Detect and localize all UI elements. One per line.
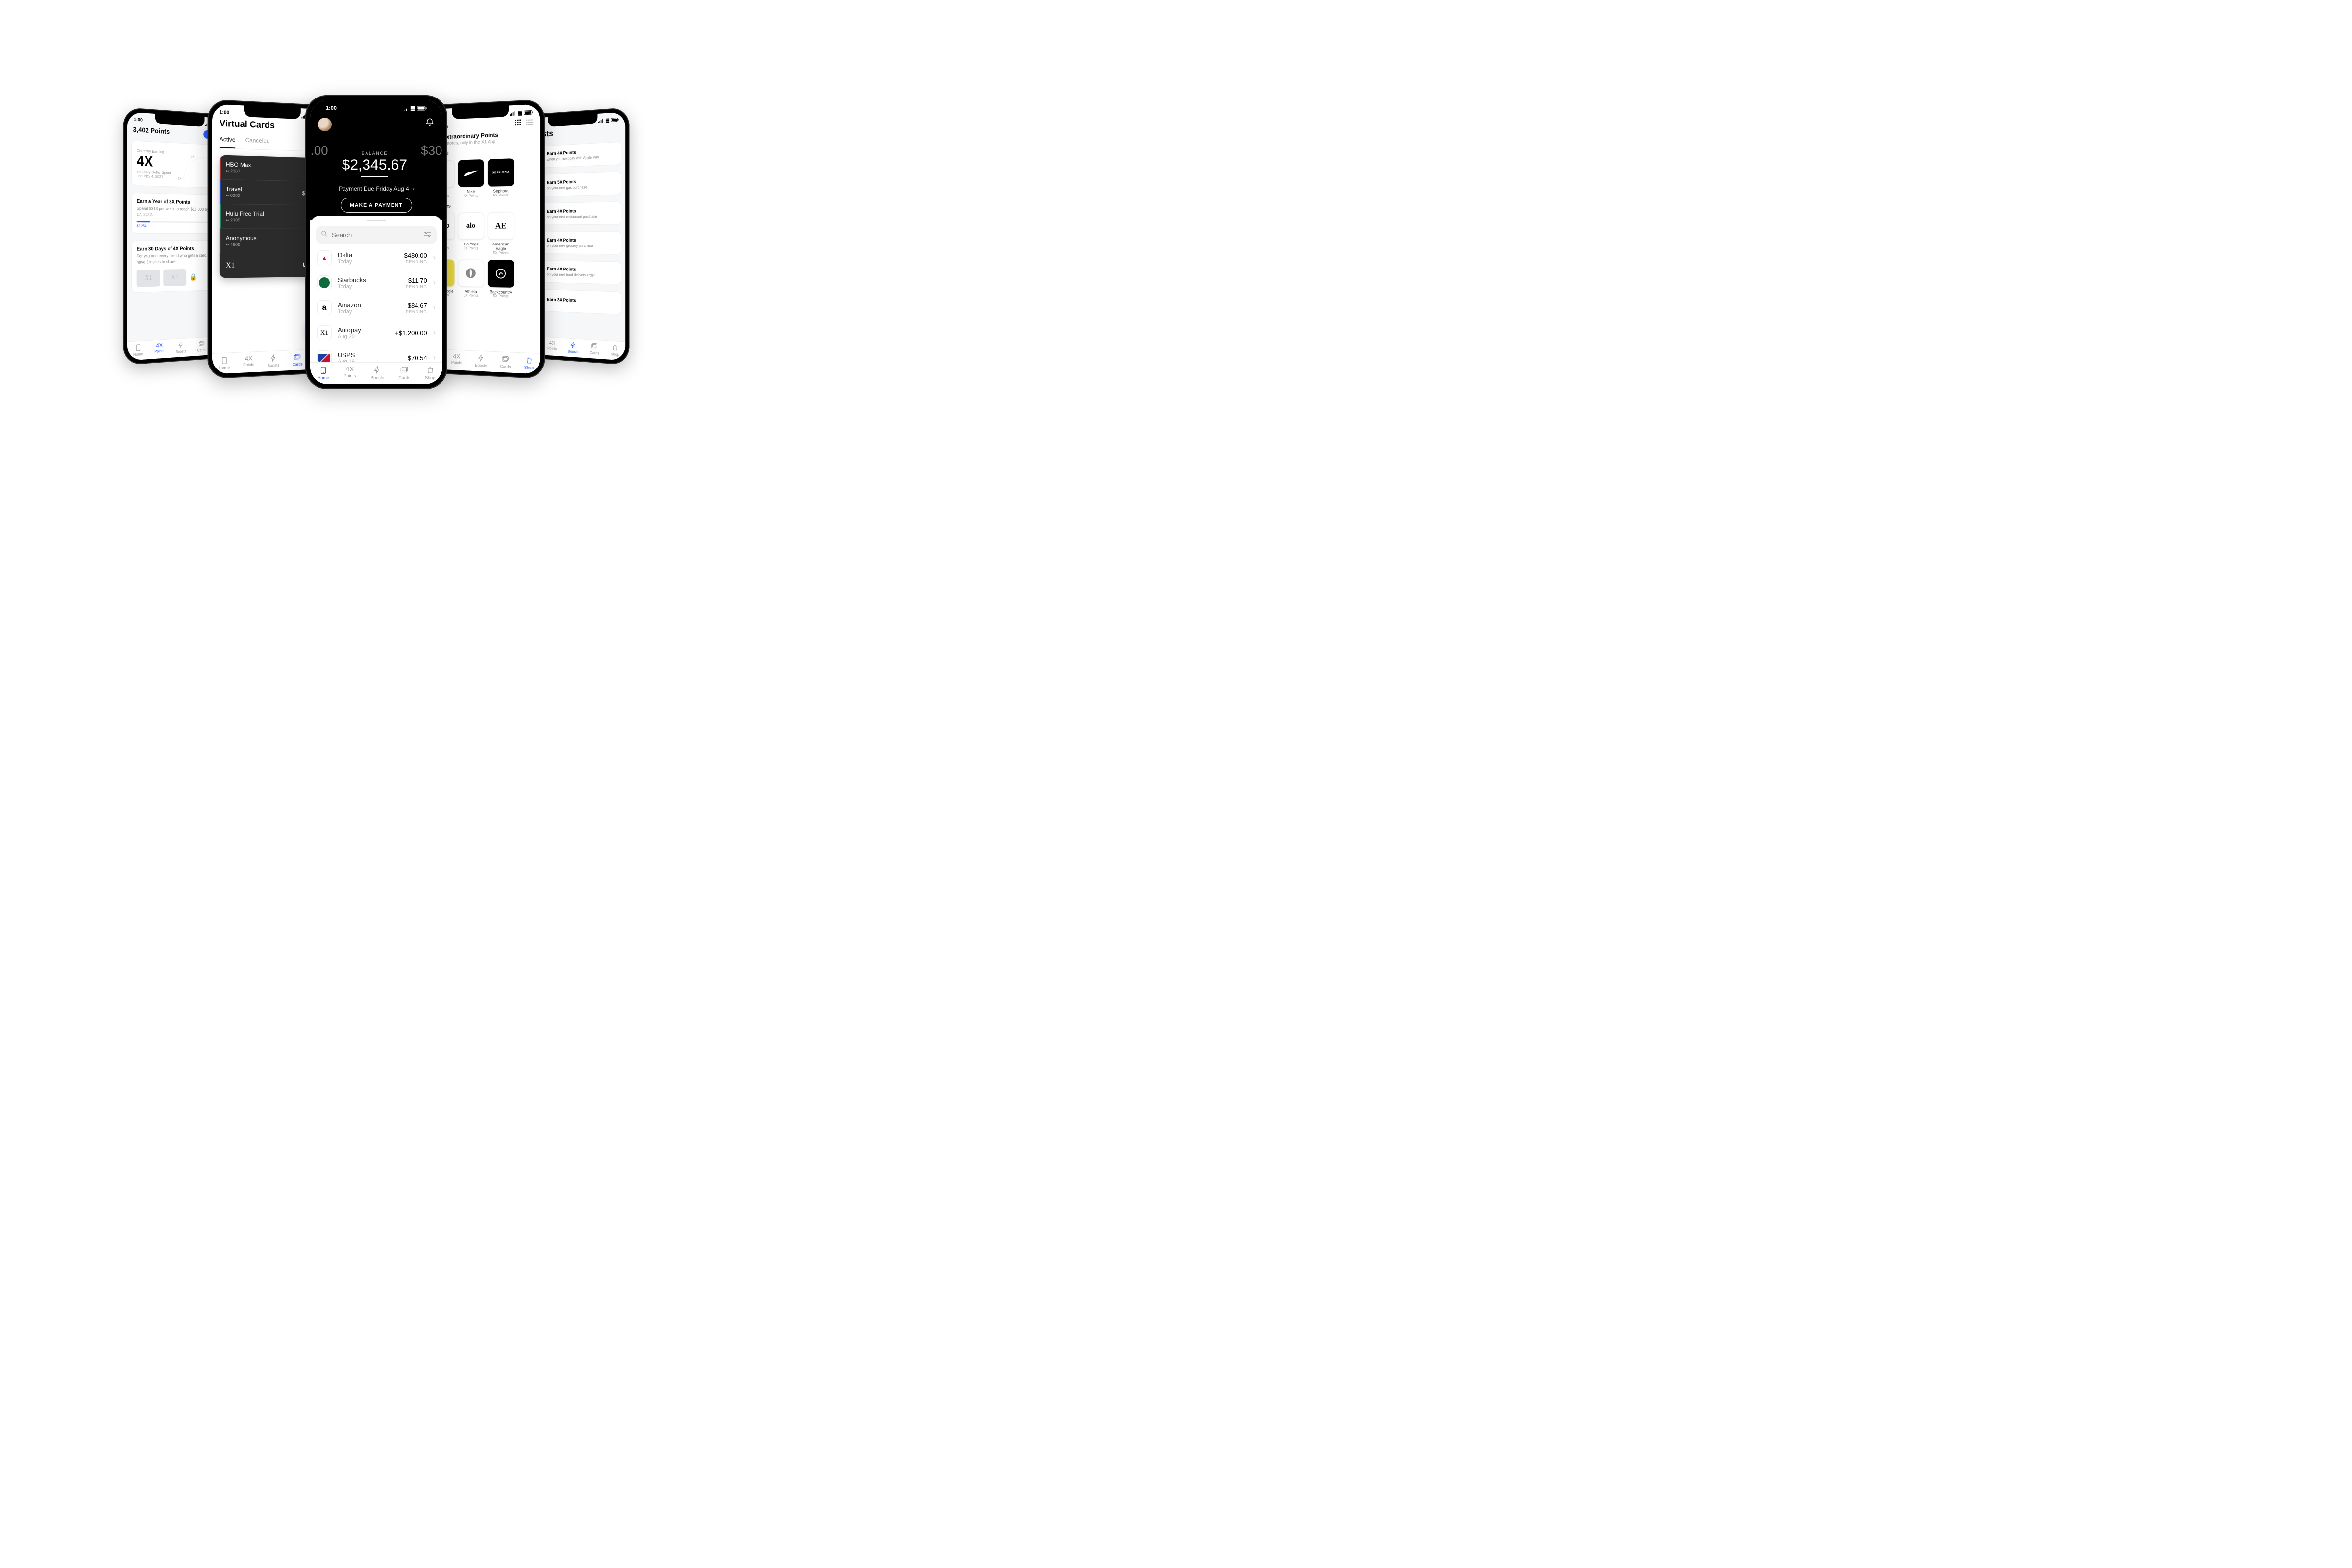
store-tile[interactable]: Athleta5X Points <box>458 260 484 298</box>
store-tile-nike[interactable]: Nike4X Points <box>458 159 484 198</box>
sephora-icon: SEPHORA <box>488 158 514 187</box>
battery-icon <box>524 110 534 115</box>
signal-icon <box>598 118 604 122</box>
bell-icon[interactable] <box>425 117 435 129</box>
transaction-list[interactable]: ▲DeltaToday$480.00PENDING› StarbucksToda… <box>310 245 442 362</box>
chevron-right-icon: › <box>412 185 414 192</box>
chevron-right-icon: › <box>433 353 436 362</box>
search-icon <box>321 230 328 240</box>
wifi-icon: ䷀ <box>606 117 610 123</box>
invite-card-1[interactable]: X1 <box>137 270 160 287</box>
transaction-row[interactable]: StarbucksToday$11.70PENDING› <box>310 270 442 295</box>
tab-shop[interactable]: Shop <box>524 356 534 370</box>
store-tile[interactable]: aloAlo Yoga5X Points <box>458 212 484 255</box>
battery-icon <box>417 106 427 111</box>
tab-points[interactable]: 4XPoints <box>451 353 462 367</box>
status-time: 1:00 <box>220 109 229 115</box>
nike-icon <box>458 159 484 187</box>
sheet-handle[interactable] <box>367 220 386 221</box>
tab-boosts[interactable]: Boosts <box>568 341 578 354</box>
tab-shop[interactable]: Shop <box>425 366 435 380</box>
filter-icon[interactable] <box>424 231 432 240</box>
vc-last4: •• 2385 <box>226 218 264 223</box>
vc-name: Travel <box>226 185 242 193</box>
earning-rate: 4X <box>137 153 171 171</box>
tab-boosts[interactable]: Boosts <box>268 354 280 368</box>
transaction-row[interactable]: X1AutopayAug 20+$1,200.00› <box>310 320 442 345</box>
tab-boosts[interactable]: Boosts <box>475 354 487 368</box>
chevron-right-icon: › <box>433 278 436 287</box>
status-time: 1:00 <box>134 117 143 123</box>
battery-icon <box>611 117 619 122</box>
transaction-row[interactable]: aAmazonToday$84.67PENDING› <box>310 295 442 320</box>
phone-home: 1:00 ䷀ .00 BALANCE $2,345.67 $30 Payment … <box>305 95 447 389</box>
points-total: 3,402 Points <box>133 126 170 136</box>
store-tile[interactable]: AEAmerican Eagle5X Points <box>488 212 514 255</box>
vc-last4: •• 4809 <box>226 243 257 247</box>
tab-cards[interactable]: Cards <box>590 342 599 355</box>
chevron-right-icon: › <box>433 253 436 262</box>
tab-points[interactable]: 4XPoints <box>154 342 164 355</box>
tab-home[interactable]: Home <box>133 343 143 357</box>
balance-peek-right: $30 <box>421 143 442 158</box>
store-tile-sephora[interactable]: SEPHORASephora5X Points <box>488 158 514 197</box>
chevron-right-icon: › <box>433 328 436 337</box>
tab-shop[interactable]: Shop <box>611 343 619 357</box>
tab-points[interactable]: 4XPoints <box>547 340 557 352</box>
transaction-row[interactable]: USPSAug 19$70.54› <box>310 345 442 362</box>
amazon-icon: a <box>317 300 332 315</box>
search-input[interactable] <box>332 231 420 239</box>
tab-canceled[interactable]: Canceled <box>245 134 270 150</box>
tabbar: Home 4XPoints Boosts Cards Shop <box>310 362 442 384</box>
make-payment-button[interactable]: MAKE A PAYMENT <box>341 198 412 213</box>
avatar[interactable] <box>318 118 332 131</box>
signal-icon <box>510 111 516 116</box>
tab-cards[interactable]: Cards <box>197 340 206 352</box>
tab-points[interactable]: 4XPoints <box>344 366 356 380</box>
store-tile[interactable]: Backcountry5X Points <box>488 260 514 299</box>
chevron-right-icon: › <box>433 303 436 312</box>
vc-last4: •• 0292 <box>226 193 242 198</box>
tab-home[interactable]: Home <box>318 366 329 380</box>
vc-last4: •• 2267 <box>226 169 251 174</box>
x1-logo: X1 <box>226 261 235 270</box>
tab-boosts[interactable]: Boosts <box>370 366 384 380</box>
balance-label: BALANCE <box>342 151 407 156</box>
usps-icon <box>317 350 332 362</box>
tab-cards[interactable]: Cards <box>398 366 410 380</box>
starbucks-icon <box>317 275 332 290</box>
grid-view-icon[interactable] <box>515 119 521 128</box>
balance-peek-left: .00 <box>311 143 328 158</box>
gauge-3x: 3X <box>191 155 195 159</box>
gauge-2x: 2X <box>178 177 182 181</box>
tab-cards[interactable]: Cards <box>293 353 303 367</box>
x1-icon: X1 <box>317 325 332 340</box>
list-view-icon[interactable] <box>526 119 533 128</box>
vc-name: Hulu Free Trial <box>226 210 264 217</box>
delta-icon: ▲ <box>317 250 332 265</box>
status-time: 1:00 <box>326 105 337 111</box>
transaction-row[interactable]: ▲DeltaToday$480.00PENDING› <box>310 245 442 270</box>
progress-current: $2,254 <box>137 224 147 228</box>
lock-icon: 🔒 <box>189 273 196 281</box>
status-right: ䷀ <box>598 117 619 123</box>
vc-name: Anonymous <box>226 235 257 242</box>
tab-active[interactable]: Active <box>220 133 236 148</box>
balance-amount: $2,345.67 <box>342 157 407 173</box>
wifi-icon: ䷀ <box>518 110 522 116</box>
tab-home[interactable]: Home <box>219 356 230 370</box>
invite-card-2[interactable]: X1 <box>163 269 186 286</box>
tab-cards[interactable]: Cards <box>500 355 511 369</box>
tab-points[interactable]: 4XPoints <box>243 355 254 369</box>
tab-boosts[interactable]: Boosts <box>176 341 186 354</box>
search-bar[interactable] <box>316 226 437 244</box>
payment-due-row[interactable]: Payment Due Friday Aug 4› <box>318 185 435 192</box>
wifi-icon: ䷀ <box>410 105 415 112</box>
status-right: ䷀ <box>510 109 533 116</box>
vc-name: HBO Max <box>226 161 251 169</box>
